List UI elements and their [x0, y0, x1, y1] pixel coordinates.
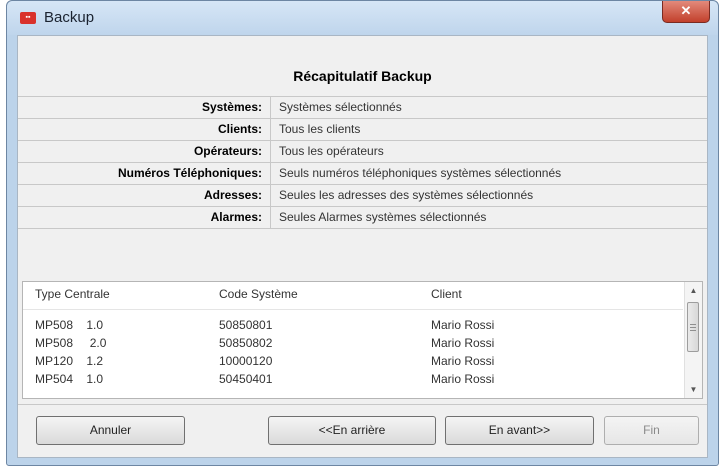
list-item[interactable]: MP504 1.0 50450401 Mario Rossi — [23, 370, 683, 388]
cell-code-systeme: 50850801 — [219, 318, 273, 332]
summary-value: Seules les adresses des systèmes sélecti… — [279, 188, 534, 202]
summary-label: Adresses: — [18, 185, 271, 206]
list-item[interactable]: MP508 2.0 50850802 Mario Rossi — [23, 334, 683, 352]
scroll-up-icon[interactable]: ▲ — [685, 282, 702, 299]
summary-row-operateurs: Opérateurs: Tous les opérateurs — [18, 141, 707, 163]
close-button[interactable]: ✕ — [662, 1, 710, 23]
cell-type-centrale: MP504 1.0 — [35, 372, 104, 386]
cell-type-centrale: MP508 2.0 — [35, 336, 107, 350]
summary-row-systemes: Systèmes: Systèmes sélectionnés — [18, 97, 707, 119]
summary-row-alarmes: Alarmes: Seules Alarmes systèmes sélecti… — [18, 207, 707, 229]
thumb-grip — [690, 324, 696, 325]
summary-value: Tous les opérateurs — [279, 144, 384, 158]
thumb-grip — [690, 327, 696, 328]
divider — [18, 404, 707, 405]
cell-client: Mario Rossi — [431, 354, 495, 368]
cell-client: Mario Rossi — [431, 336, 495, 350]
next-button[interactable]: En avant>> — [445, 416, 594, 445]
summary-table: Systèmes: Systèmes sélectionnés Clients:… — [18, 96, 707, 229]
list-header: Type Centrale Code Système Client — [23, 282, 683, 310]
page-title: Récapitulatif Backup — [293, 68, 432, 84]
column-header-code-systeme[interactable]: Code Système — [219, 282, 298, 307]
column-header-type-centrale[interactable]: Type Centrale — [35, 282, 110, 307]
summary-label: Clients: — [18, 119, 271, 140]
cell-client: Mario Rossi — [431, 372, 495, 386]
list-rows: MP508 1.0 50850801 Mario Rossi MP508 2.0… — [23, 316, 683, 388]
summary-value: Tous les clients — [279, 122, 361, 136]
summary-row-numeros: Numéros Téléphoniques: Seuls numéros tél… — [18, 163, 707, 185]
summary-row-clients: Clients: Tous les clients — [18, 119, 707, 141]
cell-type-centrale: MP120 1.2 — [35, 354, 104, 368]
summary-row-adresses: Adresses: Seules les adresses des systèm… — [18, 185, 707, 207]
systems-list[interactable]: Type Centrale Code Système Client MP508 … — [22, 281, 703, 399]
cell-type-centrale: MP508 1.0 — [35, 318, 104, 332]
list-item[interactable]: MP508 1.0 50850801 Mario Rossi — [23, 316, 683, 334]
summary-label: Systèmes: — [18, 97, 271, 118]
dialog-body: Récapitulatif Backup Systèmes: Systèmes … — [17, 35, 708, 458]
summary-value: Seuls numéros téléphoniques systèmes sél… — [279, 166, 562, 180]
summary-value: Systèmes sélectionnés — [279, 100, 402, 114]
app-icon: ▪▪ — [20, 12, 36, 24]
cell-client: Mario Rossi — [431, 318, 495, 332]
cell-code-systeme: 50850802 — [219, 336, 273, 350]
vertical-scrollbar[interactable]: ▲ ▼ — [684, 282, 702, 398]
cancel-button[interactable]: Annuler — [36, 416, 185, 445]
summary-value: Seules Alarmes systèmes sélectionnés — [279, 210, 487, 224]
backup-window: ▪▪ Backup ✕ Récapitulatif Backup Système… — [6, 0, 719, 466]
back-button[interactable]: <<En arrière — [268, 416, 436, 445]
cell-code-systeme: 50450401 — [219, 372, 273, 386]
finish-button[interactable]: Fin — [604, 416, 699, 445]
thumb-grip — [690, 330, 696, 331]
column-header-client[interactable]: Client — [431, 282, 462, 307]
window-title: Backup — [44, 9, 95, 26]
cell-code-systeme: 10000120 — [219, 354, 273, 368]
list-item[interactable]: MP120 1.2 10000120 Mario Rossi — [23, 352, 683, 370]
scroll-down-icon[interactable]: ▼ — [685, 381, 702, 398]
scroll-thumb[interactable] — [687, 302, 699, 352]
title-bar[interactable]: ▪▪ Backup ✕ — [7, 1, 718, 35]
summary-label: Numéros Téléphoniques: — [18, 163, 271, 184]
summary-label: Alarmes: — [18, 207, 271, 228]
summary-label: Opérateurs: — [18, 141, 271, 162]
